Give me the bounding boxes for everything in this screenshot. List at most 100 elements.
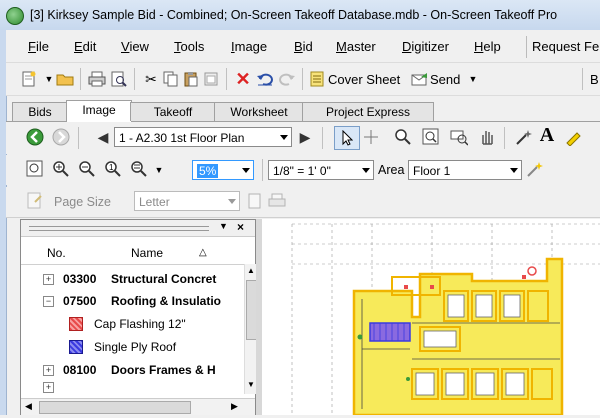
image-navigation-toolbar: ◀ 1 - A2.30 1st Floor Plan ▶ A — [6, 122, 600, 154]
column-name[interactable]: Name — [131, 246, 163, 260]
hscroll-thumb[interactable] — [39, 401, 191, 414]
expand-icon[interactable]: + — [43, 382, 54, 393]
area-label: Area — [378, 163, 405, 177]
tab-worksheet[interactable]: Worksheet — [214, 102, 304, 121]
zoom-preset-icon[interactable] — [130, 160, 148, 178]
list-item-partial[interactable]: + — [21, 380, 243, 394]
horizontal-scrollbar[interactable]: ◀ ▶ — [21, 398, 255, 415]
zoom-preset-dropdown-icon[interactable]: ▼ — [150, 161, 168, 179]
paste-special-icon[interactable] — [202, 70, 220, 88]
area-select[interactable]: Floor 1 — [408, 160, 522, 180]
crosshair-icon[interactable] — [362, 128, 380, 146]
condition-color-swatch — [69, 317, 83, 331]
print-icon[interactable] — [88, 70, 106, 88]
tab-project-express[interactable]: Project Express — [302, 102, 434, 121]
panel-header-strip: ▼ × — [21, 220, 255, 237]
cover-sheet-button[interactable]: Cover Sheet — [328, 72, 400, 87]
delete-icon[interactable]: ✕ — [234, 69, 252, 89]
redo-icon[interactable] — [278, 70, 296, 88]
cover-sheet-icon[interactable] — [308, 70, 326, 88]
send-icon[interactable] — [411, 70, 429, 88]
panel-close-icon[interactable]: × — [237, 220, 244, 234]
scroll-left-icon[interactable]: ◀ — [25, 401, 32, 412]
zoom-fit-icon[interactable] — [26, 160, 44, 178]
tab-takeoff[interactable]: Takeoff — [130, 102, 216, 121]
standard-toolbar: ▼ ✂ ✕ Cover Sheet Send ▼ B — [6, 63, 600, 96]
toolbar-overflow-button[interactable]: B — [590, 72, 599, 87]
list-item[interactable]: + 08100 Doors Frames & H — [21, 359, 243, 381]
scale-select[interactable]: 1/8" = 1' 0" — [268, 160, 374, 180]
list-item[interactable]: + 03300 Structural Concret — [21, 268, 243, 290]
sort-ascending-icon: △ — [199, 247, 207, 258]
scroll-right-icon[interactable]: ▶ — [231, 401, 238, 412]
menu-file[interactable]: File — [28, 39, 49, 54]
print-preview-icon[interactable] — [110, 70, 128, 88]
text-tool-icon[interactable]: A — [538, 124, 556, 146]
conditions-panel: ▼ × No. Name △ + 03300 Structural Concre… — [20, 219, 257, 415]
zoom-window-icon[interactable] — [422, 128, 440, 146]
page-size-toolbar: Page Size Letter — [6, 187, 600, 218]
next-page-icon[interactable]: ▶ — [296, 128, 314, 146]
tab-bids[interactable]: Bids — [12, 102, 68, 121]
menu-request-feature[interactable]: Request Fe — [532, 39, 599, 54]
expand-icon[interactable]: + — [43, 365, 54, 376]
open-folder-icon[interactable] — [56, 70, 74, 88]
menu-digitizer[interactable]: Digitizer — [402, 39, 449, 54]
undo-icon[interactable] — [256, 70, 274, 88]
zoom-actual-icon[interactable]: 1 — [104, 160, 122, 178]
zoom-area-icon[interactable] — [450, 128, 468, 146]
tab-strip: Bids Image Takeoff Worksheet Project Exp… — [6, 97, 600, 122]
menu-tools[interactable]: Tools — [174, 39, 204, 54]
zoom-tool-icon[interactable] — [394, 128, 412, 146]
svg-text:1: 1 — [109, 163, 114, 172]
column-no[interactable]: No. — [47, 246, 66, 260]
page-size-label: Page Size — [54, 195, 111, 209]
drawing-canvas[interactable] — [262, 219, 600, 417]
forward-icon[interactable] — [52, 128, 70, 146]
area-wand-icon[interactable] — [526, 160, 544, 178]
previous-page-icon[interactable]: ◀ — [94, 128, 112, 146]
send-dropdown-icon[interactable]: ▼ — [464, 70, 482, 88]
menu-image[interactable]: Image — [231, 39, 267, 54]
pan-hand-icon[interactable] — [478, 128, 496, 146]
cut-icon[interactable]: ✂ — [142, 70, 160, 88]
send-button[interactable]: Send — [430, 72, 460, 87]
zoom-out-icon[interactable] — [78, 160, 96, 178]
menu-master[interactable]: Master — [336, 39, 376, 54]
select-arrow-icon[interactable] — [334, 126, 360, 150]
app-globe-icon — [6, 7, 24, 25]
page-select[interactable]: 1 - A2.30 1st Floor Plan — [114, 127, 292, 147]
menu-bar: File Edit View Tools Image Bid Master Di… — [6, 30, 600, 63]
wand-icon[interactable] — [514, 128, 532, 146]
blank-page-icon[interactable] — [246, 192, 264, 210]
menu-view[interactable]: View — [121, 39, 149, 54]
list-item[interactable]: Single Ply Roof — [21, 336, 243, 358]
list-header: No. Name △ — [21, 242, 255, 265]
menu-edit[interactable]: Edit — [74, 39, 96, 54]
floor-plan-drawing — [291, 223, 600, 417]
back-icon[interactable] — [26, 128, 44, 146]
zoom-percent-input[interactable]: 5% — [192, 160, 254, 180]
page-print-icon[interactable] — [268, 192, 286, 210]
zoom-toolbar: 1 ▼ 5% 1/8" = 1' 0" Area Floor 1 — [6, 155, 600, 185]
panel-grip[interactable] — [29, 226, 209, 231]
highlighter-icon[interactable] — [564, 128, 582, 146]
window-title: [3] Kirksey Sample Bid - Combined; On-Sc… — [30, 8, 558, 22]
menu-separator — [526, 36, 527, 58]
list-item[interactable]: Cap Flashing 12" — [21, 313, 243, 335]
collapse-icon[interactable]: − — [43, 296, 54, 307]
list-item[interactable]: − 07500 Roofing & Insulatio — [21, 290, 243, 312]
paste-icon[interactable] — [182, 70, 200, 88]
tab-image[interactable]: Image — [66, 100, 132, 122]
page-size-select[interactable]: Letter — [134, 191, 240, 211]
panel-dropdown-icon[interactable]: ▼ — [219, 221, 228, 231]
zoom-in-icon[interactable] — [52, 160, 70, 178]
copy-icon[interactable] — [162, 70, 180, 88]
expand-icon[interactable]: + — [43, 274, 54, 285]
menu-help[interactable]: Help — [474, 39, 501, 54]
scroll-up-icon[interactable]: ▲ — [247, 266, 255, 275]
menu-bid[interactable]: Bid — [294, 39, 313, 54]
scroll-down-icon[interactable]: ▼ — [247, 380, 255, 389]
page-setup-icon[interactable] — [26, 192, 44, 210]
new-document-icon[interactable] — [20, 70, 38, 88]
